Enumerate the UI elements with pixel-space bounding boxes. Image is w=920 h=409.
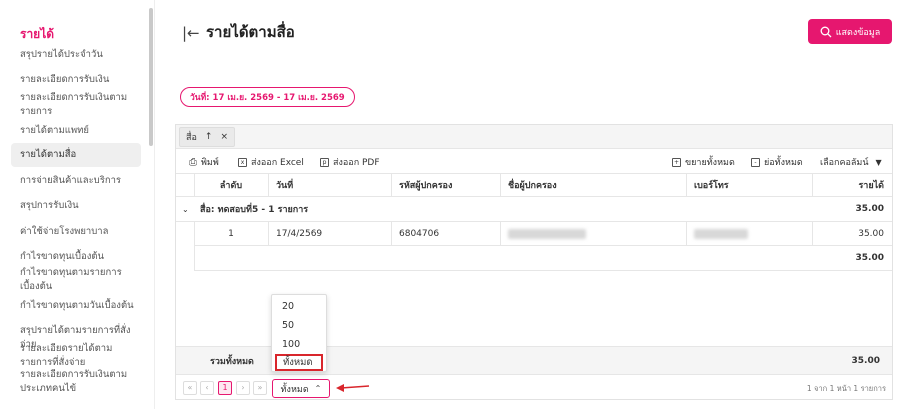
pdf-icon: p bbox=[320, 157, 329, 167]
date-range-badge[interactable]: วันที่: 17 เม.ย. 2569 - 17 เม.ย. 2569 bbox=[180, 87, 355, 107]
grid-header-row: ลำดับ วันที่ รหัสผู้ปกครอง ชื่อผู้ปกครอง… bbox=[176, 173, 892, 197]
sidebar-item-profit-loss-by-day[interactable]: กำไรขาดทุนตามวันเบื้องต้น bbox=[20, 299, 138, 313]
group-row-total: 35.00 bbox=[855, 204, 884, 214]
export-pdf-label: ส่งออก PDF bbox=[333, 158, 380, 168]
page-size-select[interactable]: ทั้งหมด ⌃ bbox=[272, 379, 330, 398]
pager: « ‹ 1 › » ทั้งหมด ⌃ 1 จาก 1 หน้า 1 รายกา… bbox=[176, 374, 892, 400]
sort-asc-icon[interactable]: ↑ bbox=[205, 132, 213, 142]
show-data-label: แสดงข้อมูล bbox=[835, 27, 881, 38]
excel-icon: x bbox=[238, 157, 247, 167]
close-icon[interactable]: × bbox=[220, 132, 228, 142]
sidebar-item-payment-detail[interactable]: รายละเอียดการรับเงิน bbox=[20, 73, 138, 87]
group-row-label: สื่อ: ทดสอบที่5 - 1 รายการ bbox=[200, 205, 309, 215]
sidebar-item-income-by-doctor[interactable]: รายได้ตามแพทย์ bbox=[20, 124, 138, 138]
sidebar-section-title: รายได้ bbox=[20, 27, 55, 41]
page-title: รายได้ตามสื่อ bbox=[206, 23, 295, 41]
page-size-option-all[interactable]: ทั้งหมด bbox=[275, 354, 323, 371]
print-button[interactable]: ⎙ พิมพ์ bbox=[189, 155, 219, 169]
printer-icon: ⎙ bbox=[189, 156, 197, 168]
collapse-all-label: ย่อทั้งหมด bbox=[764, 158, 803, 168]
sidebar-scrollbar[interactable] bbox=[149, 8, 153, 146]
sidebar-item-basic-profit-loss[interactable]: กำไรขาดทุนเบื้องต้น bbox=[20, 250, 138, 264]
cell-parent-code: 6804706 bbox=[399, 228, 440, 239]
page-size-option-50[interactable]: 50 bbox=[272, 317, 326, 334]
table-row[interactable]: 1 17/4/2569 6804706 35.00 bbox=[194, 222, 892, 246]
expand-all-label: ขยายทั้งหมด bbox=[685, 158, 735, 168]
cell-no: 1 bbox=[228, 228, 234, 239]
choose-columns-label: เลือกคอลัมน์ bbox=[820, 158, 869, 168]
export-pdf-button[interactable]: p ส่งออก PDF bbox=[320, 155, 380, 169]
grand-total-value: 35.00 bbox=[851, 355, 880, 366]
caret-down-icon: ▼ bbox=[875, 157, 882, 167]
grid-toolbar: ⎙ พิมพ์ x ส่งออก Excel p ส่งออก PDF + ขย… bbox=[176, 150, 892, 172]
last-page-icon[interactable]: » bbox=[253, 381, 267, 395]
sidebar-item-income-by-media[interactable]: รายได้ตามสื่อ bbox=[11, 143, 141, 167]
expand-icon: + bbox=[672, 157, 681, 167]
group-chip-media[interactable]: สื่อ ↑ × bbox=[179, 127, 235, 147]
group-row[interactable]: ⌄ สื่อ: ทดสอบที่5 - 1 รายการ 35.00 bbox=[176, 197, 892, 222]
sidebar-item-payment-summary[interactable]: สรุปการรับเงิน bbox=[20, 199, 138, 213]
group-subtotal-row: 35.00 bbox=[194, 246, 892, 271]
sidebar: รายได้ สรุปรายได้ประจำวัน รายละเอียดการร… bbox=[0, 0, 155, 409]
page-size-option-100[interactable]: 100 bbox=[272, 336, 326, 353]
cell-income: 35.00 bbox=[858, 228, 884, 239]
page-size-option-20[interactable]: 20 bbox=[272, 298, 326, 315]
group-panel: สื่อ ↑ × bbox=[176, 125, 892, 149]
collapse-icon: - bbox=[751, 157, 760, 167]
pager-info: 1 จาก 1 หน้า 1 รายการ bbox=[806, 384, 886, 393]
cell-date: 17/4/2569 bbox=[276, 228, 323, 239]
sidebar-item-payment-by-patient-type[interactable]: รายละเอียดการรับเงินตามประเภทคนไข้ bbox=[20, 368, 138, 396]
prev-page-icon[interactable]: ‹ bbox=[200, 381, 214, 395]
col-header-parent-name[interactable]: ชื่อผู้ปกครอง bbox=[508, 174, 557, 196]
page-size-dropdown: 20 50 100 ทั้งหมด bbox=[271, 294, 327, 372]
col-header-date[interactable]: วันที่ bbox=[276, 174, 293, 196]
sidebar-item-product-service[interactable]: การจ่ายสินค้าและบริการ bbox=[20, 174, 138, 188]
annotation-arrow-icon bbox=[336, 384, 370, 392]
group-subtotal: 35.00 bbox=[855, 253, 884, 263]
sidebar-item-order-income-detail[interactable]: รายละเอียดรายได้ตามรายการที่สั่งจ่าย bbox=[20, 342, 138, 370]
expand-all-button[interactable]: + ขยายทั้งหมด bbox=[672, 155, 735, 169]
choose-columns-button[interactable]: เลือกคอลัมน์ ▼ bbox=[820, 155, 882, 169]
col-header-parent-code[interactable]: รหัสผู้ปกครอง bbox=[399, 174, 452, 196]
page-size-value: ทั้งหมด bbox=[280, 384, 309, 395]
export-excel-label: ส่งออก Excel bbox=[251, 158, 304, 168]
sidebar-item-daily-income[interactable]: สรุปรายได้ประจำวัน bbox=[20, 48, 138, 62]
export-excel-button[interactable]: x ส่งออก Excel bbox=[238, 155, 304, 169]
grand-total-label: รวมทั้งหมด bbox=[210, 356, 254, 367]
group-chip-label: สื่อ bbox=[186, 133, 197, 143]
search-icon bbox=[820, 26, 832, 37]
sidebar-item-hospital-expense[interactable]: ค่าใช้จ่ายโรงพยาบาล bbox=[20, 225, 138, 239]
next-page-icon[interactable]: › bbox=[236, 381, 250, 395]
col-header-phone[interactable]: เบอร์โทร bbox=[694, 174, 729, 196]
sidebar-item-payment-detail-by-item[interactable]: รายละเอียดการรับเงินตามรายการ bbox=[20, 91, 138, 119]
cell-parent-name bbox=[508, 222, 586, 245]
collapse-sidebar-icon[interactable]: |← bbox=[182, 24, 200, 42]
cell-phone bbox=[694, 222, 748, 245]
chevron-down-icon[interactable]: ⌄ bbox=[182, 197, 189, 221]
chevron-up-icon: ⌃ bbox=[314, 384, 322, 393]
sidebar-item-profit-loss-by-item[interactable]: กำไรขาดทุนตามรายการเบื้องต้น bbox=[20, 266, 138, 294]
col-header-income[interactable]: รายได้ bbox=[812, 174, 884, 196]
collapse-all-button[interactable]: - ย่อทั้งหมด bbox=[751, 155, 803, 169]
page-button-current[interactable]: 1 bbox=[218, 381, 232, 395]
col-header-no[interactable]: ลำดับ bbox=[194, 174, 268, 196]
first-page-icon[interactable]: « bbox=[183, 381, 197, 395]
show-data-button[interactable]: แสดงข้อมูล bbox=[808, 19, 892, 44]
print-label: พิมพ์ bbox=[201, 158, 219, 168]
